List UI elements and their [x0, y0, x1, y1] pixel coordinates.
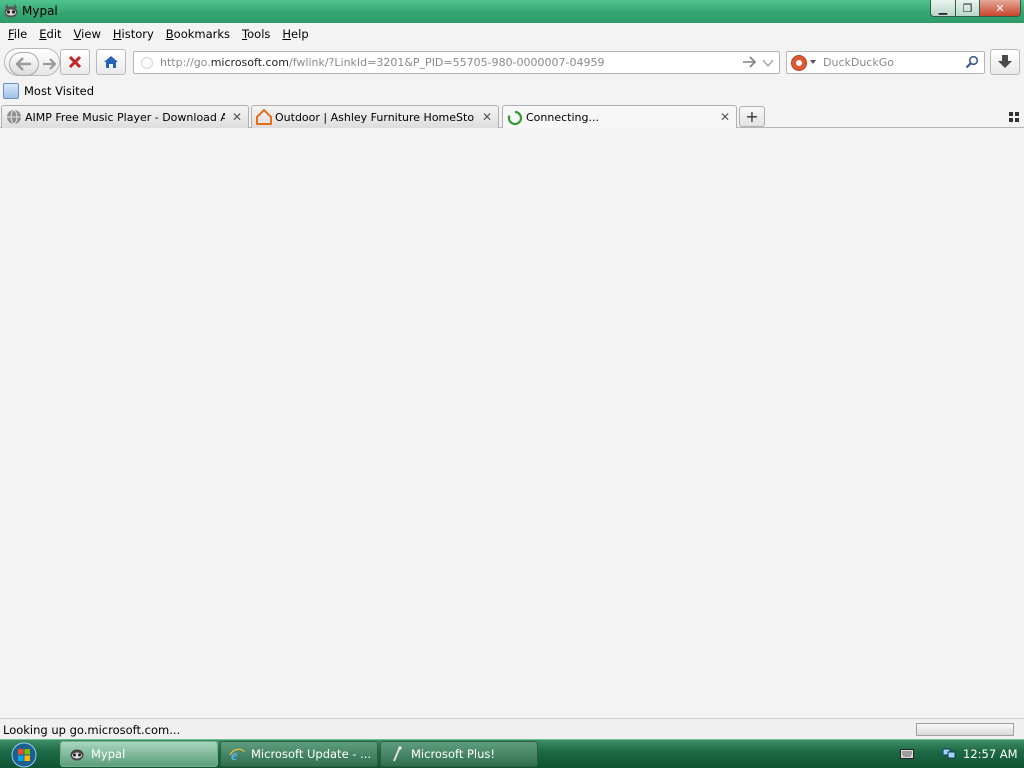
menu-history[interactable]: History [107, 27, 160, 41]
navigation-toolbar: http://go.microsoft.com/fwlink/?LinkId=3… [0, 44, 1024, 80]
search-icon[interactable] [965, 55, 979, 69]
start-button[interactable] [6, 740, 42, 768]
globe-icon [7, 109, 21, 125]
restore-icon: ❐ [962, 1, 973, 15]
mypal-app-icon [4, 4, 18, 18]
window-title: Mypal [22, 4, 58, 18]
duckduckgo-icon[interactable] [791, 55, 807, 71]
taskbar-microsoft-update[interactable]: e Microsoft Update - ... [220, 741, 378, 767]
new-tab-button[interactable]: + [739, 106, 765, 127]
menu-view[interactable]: View [68, 27, 107, 41]
site-identity-icon[interactable] [141, 57, 153, 69]
menu-file[interactable]: File [2, 27, 33, 41]
taskbar-mypal[interactable]: Mypal [60, 741, 218, 767]
address-bar[interactable]: http://go.microsoft.com/fwlink/?LinkId=3… [133, 51, 780, 74]
close-icon: ✕ [995, 1, 1005, 15]
tab-close-icon[interactable]: ✕ [232, 110, 242, 124]
minimize-icon: ▁ [938, 1, 948, 15]
keyboard-icon[interactable] [900, 748, 914, 760]
tab-connecting[interactable]: Connecting... ✕ [502, 105, 737, 129]
taskbar: Mypal e Microsoft Update - ... Microsoft… [0, 739, 1024, 768]
menu-bookmarks[interactable]: Bookmarks [160, 27, 236, 41]
menu-tools[interactable]: Tools [236, 27, 276, 41]
most-visited-icon [3, 83, 19, 99]
tab-close-icon[interactable]: ✕ [482, 110, 492, 124]
ie-icon: e [229, 748, 245, 762]
windows-logo-icon [11, 742, 37, 767]
home-icon [104, 56, 118, 68]
minimize-button[interactable]: ▁ [930, 0, 956, 17]
microsoft-plus-icon [393, 746, 402, 762]
back-forward-group [4, 48, 60, 76]
taskbar-label: Microsoft Plus! [411, 747, 496, 761]
taskbar-microsoft-plus[interactable]: Microsoft Plus! [380, 741, 538, 767]
tab-strip: AIMP Free Music Player - Download AI... … [0, 104, 1024, 129]
status-text: Looking up go.microsoft.com... [3, 723, 181, 737]
stop-x-icon [68, 55, 82, 69]
download-arrow-icon [998, 55, 1012, 68]
close-window-button[interactable]: ✕ [979, 0, 1021, 17]
search-bar[interactable]: DuckDuckGo [786, 51, 985, 74]
tab-label: AIMP Free Music Player - Download AI... [25, 110, 225, 124]
plus-icon: + [745, 107, 759, 126]
tab-ashley[interactable]: Outdoor | Ashley Furniture HomeStore ✕ [251, 105, 499, 128]
taskbar-label: Mypal [91, 747, 126, 761]
tab-aimp[interactable]: AIMP Free Music Player - Download AI... … [1, 105, 249, 128]
taskbar-label: Microsoft Update - ... [251, 747, 372, 761]
forward-arrow-icon [43, 58, 56, 70]
bookmarks-toolbar: Most Visited [0, 80, 1024, 104]
engine-dropdown-icon[interactable] [810, 60, 816, 64]
bookmark-label: Most Visited [24, 84, 94, 98]
status-bar: Looking up go.microsoft.com... [0, 718, 1024, 739]
url-text[interactable]: http://go.microsoft.com/fwlink/?LinkId=3… [160, 56, 605, 69]
title-bar: Mypal ▁ ❐ ✕ [0, 0, 1024, 23]
downloads-button[interactable] [990, 49, 1020, 75]
system-clock[interactable]: 12:57 AM [963, 747, 1018, 761]
bookmark-most-visited[interactable]: Most Visited [3, 83, 94, 99]
go-arrow-icon[interactable] [742, 55, 756, 69]
search-placeholder[interactable]: DuckDuckGo [823, 56, 894, 69]
tab-close-icon[interactable]: ✕ [720, 110, 730, 124]
menu-help[interactable]: Help [276, 27, 314, 41]
progress-bar [916, 723, 1014, 736]
back-button[interactable] [9, 52, 39, 76]
tab-label: Outdoor | Ashley Furniture HomeStore [275, 110, 475, 124]
forward-button[interactable] [39, 57, 59, 71]
home-button[interactable] [96, 49, 126, 75]
ashley-home-icon [256, 109, 272, 125]
page-content[interactable] [0, 128, 1024, 718]
menu-edit[interactable]: Edit [33, 27, 67, 41]
history-dropdown-icon[interactable] [762, 58, 774, 68]
network-icon[interactable] [942, 746, 956, 760]
restore-button[interactable]: ❐ [955, 0, 980, 17]
menu-bar: File Edit View History Bookmarks Tools H… [0, 23, 1024, 44]
stop-button[interactable] [60, 49, 90, 75]
mypal-icon [70, 749, 84, 761]
tab-label: Connecting... [526, 111, 599, 124]
all-tabs-icon[interactable] [1009, 112, 1019, 122]
back-arrow-icon [16, 57, 31, 71]
loading-spinner-icon [507, 110, 523, 125]
